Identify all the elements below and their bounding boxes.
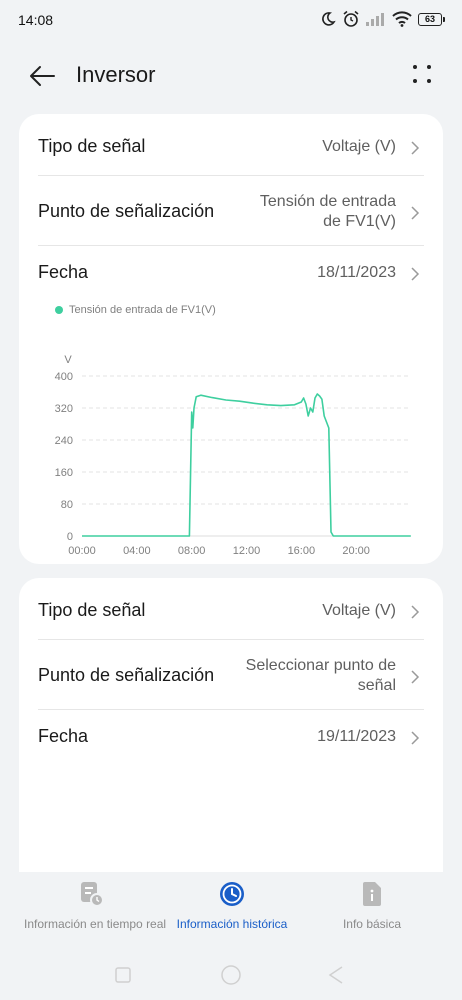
chevron-right-icon	[411, 731, 420, 745]
signal-point-value-line2: señal	[357, 677, 396, 694]
signal-icon	[366, 13, 384, 26]
x-tick-label: 16:00	[288, 545, 316, 557]
realtime-doc-icon	[81, 882, 104, 907]
signal-point-value-line1: Seleccionar punto de	[245, 657, 396, 674]
x-tick-label: 08:00	[178, 545, 206, 557]
nav-label: Info básica	[342, 917, 402, 931]
signal-point-label: Punto de señalización	[38, 665, 215, 685]
y-tick-label: 80	[61, 499, 73, 511]
nav-label: Información en tiempo real	[24, 917, 167, 931]
y-tick-label: 400	[55, 371, 73, 383]
nav-label: Información histórica	[176, 917, 288, 931]
moon-icon	[322, 12, 336, 26]
status-bar: 14:08 63	[0, 0, 462, 40]
signal-type-row[interactable]: Tipo de señal Voltaje (V)	[38, 596, 424, 626]
y-tick-label: 0	[67, 531, 73, 543]
recents-icon[interactable]	[115, 967, 131, 983]
divider	[38, 709, 424, 710]
chevron-right-icon	[411, 670, 420, 684]
x-tick-label: 20:00	[342, 545, 370, 557]
app-bar: Inversor	[0, 48, 462, 104]
wifi-icon	[392, 11, 412, 27]
info-doc-icon	[363, 882, 381, 906]
system-nav-bar	[115, 965, 343, 985]
nav-basic-info[interactable]: Info básica	[322, 880, 422, 931]
x-tick-label: 12:00	[233, 545, 261, 557]
page-title: Inversor	[76, 62, 156, 87]
x-tick-label: 00:00	[68, 545, 96, 557]
signal-type-label: Tipo de señal	[38, 600, 146, 620]
history-card-2: Tipo de señal Voltaje (V) Punto de señal…	[19, 578, 443, 878]
series-line	[82, 393, 411, 537]
signal-type-value: Voltaje (V)	[322, 602, 396, 619]
divider	[38, 639, 424, 640]
nav-realtime-info[interactable]: Información en tiempo real	[24, 880, 167, 931]
battery-indicator: 63	[418, 12, 445, 26]
home-icon[interactable]	[221, 965, 241, 985]
y-tick-label: 240	[55, 435, 73, 447]
date-row[interactable]: Fecha 19/11/2023	[38, 722, 424, 752]
date-label: Fecha	[38, 726, 89, 746]
x-tick-label: 04:00	[123, 545, 151, 557]
alarm-icon	[343, 10, 359, 27]
history-card-1: Tipo de señal Voltaje (V) Punto de señal…	[19, 114, 443, 564]
status-icons: 63	[320, 10, 445, 28]
voltage-chart: 0 80 160 240 320 400 V 00:00 04:00 08:00 12:00 16:0…	[55, 354, 411, 557]
nav-historical-info[interactable]: Información histórica	[170, 880, 294, 931]
back-arrow-icon[interactable]	[26, 60, 58, 92]
chevron-right-icon	[411, 605, 420, 619]
back-nav-icon[interactable]	[328, 966, 343, 984]
status-time: 14:08	[18, 12, 54, 28]
more-options-icon[interactable]	[410, 62, 434, 86]
y-tick-label: 160	[55, 467, 73, 479]
signal-point-row[interactable]: Punto de señalización Seleccionar punto …	[38, 654, 424, 698]
signal-point-value: Seleccionar punto de señal	[246, 656, 396, 696]
bottom-nav: Información en tiempo real Información h…	[0, 872, 462, 942]
y-tick-label: 320	[55, 403, 73, 415]
clock-icon	[220, 882, 244, 906]
y-axis-unit: V	[64, 354, 72, 366]
date-value: 19/11/2023	[317, 728, 396, 745]
